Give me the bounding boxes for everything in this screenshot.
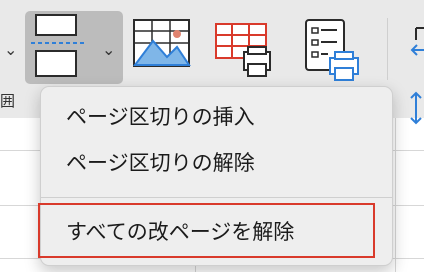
grid-line: [395, 118, 396, 272]
print-titles-button[interactable]: [304, 18, 360, 82]
print-area-button[interactable]: [214, 22, 272, 80]
arrow-left-icon: [410, 27, 424, 56]
background-picture-icon: [133, 19, 191, 67]
partial-button-left-arrow[interactable]: [408, 26, 424, 60]
chevron-down-icon[interactable]: ⌄: [4, 40, 17, 59]
menu-item-insert-page-break[interactable]: ページ区切りの挿入: [41, 97, 392, 137]
page-break-button[interactable]: ⌄: [25, 11, 123, 84]
page-break-menu: ページ区切りの挿入 ページ区切りの解除 すべての改ページを解除: [38, 86, 393, 266]
arrow-updown-icon: [410, 91, 422, 125]
partial-button-updown-arrow[interactable]: [408, 90, 424, 126]
menu-item-remove-page-break[interactable]: ページ区切りの解除: [41, 143, 392, 183]
print-titles-icon: [305, 19, 359, 81]
print-area-icon: [215, 23, 271, 77]
menu-item-reset-all-page-breaks[interactable]: すべての改ページを解除: [38, 203, 375, 258]
ribbon-label-partial: 囲: [0, 92, 16, 110]
menu-divider: [41, 197, 392, 198]
ribbon-separator: [387, 18, 388, 80]
background-button[interactable]: [133, 19, 191, 67]
chevron-down-icon: ⌄: [102, 40, 116, 59]
